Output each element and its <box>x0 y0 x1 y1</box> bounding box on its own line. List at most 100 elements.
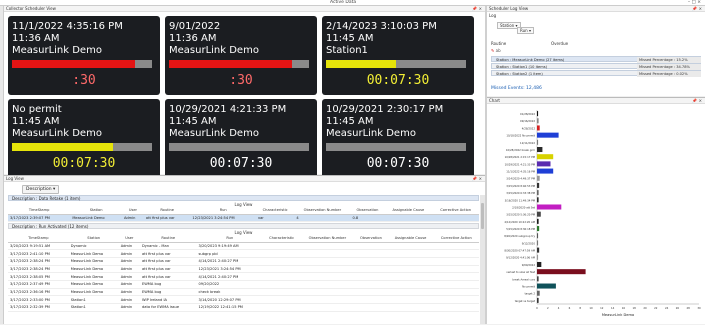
log-title: Log View <box>6 176 24 181</box>
table-row[interactable]: 3/17/2023 2:38:24 PM MeasurLink Demo Admin… <box>8 257 479 266</box>
table-cell <box>354 272 388 281</box>
table-row[interactable]: 3/17/2023 2:39:07 PM MeasurLink Demo Admin… <box>8 214 479 223</box>
column-header[interactable]: Corrective Action <box>432 207 479 215</box>
table-cell: Admin <box>118 288 140 297</box>
y-tick-label: 2/18/2020 att Set <box>512 205 535 209</box>
y-tick-label: 4/12/2020 10:22:20 AM <box>504 220 535 224</box>
column-header[interactable]: Observation <box>354 235 388 243</box>
pin-icon[interactable]: 📌 × <box>472 176 482 182</box>
station-row-label: Station : Station2 (1 item) <box>496 72 543 76</box>
table-cell: 3/14/2020 12:29:07 PM <box>196 295 264 304</box>
schedule-tile[interactable]: No permit 11:45 AM MeasurLink Demo 00:07… <box>8 99 160 178</box>
station-row[interactable]: Station : Station1 (10 items) Missed Perc… <box>491 63 701 70</box>
table-cell <box>432 214 479 223</box>
column-header[interactable]: Observation <box>350 207 385 215</box>
station-row[interactable]: Station : Station2 (1 item) Missed Percen… <box>491 70 701 77</box>
tile-station: Station1 <box>326 45 368 56</box>
table-cell: Admin <box>118 280 140 289</box>
tile-date: 11/1/2022 4:35:16 PM <box>12 21 123 32</box>
tile-station: MeasurLink Demo <box>169 128 259 139</box>
y-tick-label: 9/12/2020 <box>522 241 536 245</box>
table-row[interactable]: 3/17/2023 2:36:16 PM MeasurLink Demo Admin… <box>8 288 479 297</box>
y-tick-label: 09/16/2022 <box>520 119 535 123</box>
column-header[interactable]: Routine <box>139 235 197 243</box>
tile-date: 10/29/2021 4:21:33 PM <box>169 104 287 115</box>
bar <box>537 211 541 217</box>
tile-time: 11:45 AM <box>12 116 60 127</box>
column-header[interactable]: Characteristic <box>255 207 295 215</box>
column-header[interactable]: Assignable Cause <box>387 235 434 243</box>
pin-icon[interactable]: 📌 × <box>692 6 702 12</box>
table-cell <box>387 288 434 297</box>
column-header[interactable]: Station <box>70 207 122 215</box>
collector-scheduler-view: Collector Scheduler View 📌 × 11/1/2022 4… <box>4 6 485 178</box>
bar <box>537 226 540 232</box>
column-header[interactable]: Corrective Action <box>433 235 479 243</box>
column-header[interactable]: Run <box>196 235 264 243</box>
filter-icon[interactable]: ✎ <box>491 48 494 53</box>
column-header[interactable]: Routine <box>143 207 191 215</box>
table-row[interactable]: 3/17/2023 2:38:24 PM MeasurLink Demo Admin… <box>8 265 479 274</box>
table-cell <box>387 280 434 289</box>
station-row[interactable]: Station : MeasurLink Demo (27 items) Miss… <box>491 56 701 63</box>
schedule-tile[interactable]: 10/29/2021 2:30:17 PM 11:45 AM MeasurLin… <box>322 99 474 178</box>
bar <box>537 147 543 153</box>
column-header[interactable]: Characteristic <box>263 235 301 243</box>
filter-text-icon[interactable]: ab <box>496 48 501 53</box>
column-header[interactable]: Run <box>190 207 256 215</box>
x-tick-label: 22 <box>654 306 658 310</box>
column-header[interactable]: User <box>118 235 140 243</box>
column-header[interactable]: User <box>121 207 144 215</box>
bar <box>537 154 554 160</box>
table-row[interactable]: 3/20/2023 9:19:51 AM Dynamic Admin Dynamic … <box>8 242 479 251</box>
y-tick-label: 12/11/2022 <box>520 141 535 145</box>
run-group-chip[interactable]: Run ▾ <box>517 27 534 34</box>
column-header[interactable]: Observation Number <box>294 207 351 215</box>
table-cell: 3/17/2023 2:37:49 PM <box>8 280 69 289</box>
tile-progress-fill <box>326 60 396 68</box>
table-cell: Dynamic <box>68 242 119 251</box>
table-row[interactable]: 3/17/2023 2:33:00 PM Station1 Admin WIP Ire… <box>8 295 479 304</box>
bar <box>537 261 542 267</box>
window-controls[interactable]: – □ × <box>688 0 701 5</box>
table-cell: 4/14/2021 2:40:27 PM <box>196 272 264 281</box>
col-routine: Routine <box>491 41 507 46</box>
table-row[interactable]: 3/17/2023 2:38:05 PM MeasurLink Demo Admin… <box>8 272 479 281</box>
collector-title: Collector Scheduler View <box>6 6 56 11</box>
column-header[interactable]: Assignable Cause <box>384 207 433 215</box>
table-cell <box>354 249 388 258</box>
schedule-tile[interactable]: 10/29/2021 4:21:33 PM 11:45 AM MeasurLin… <box>165 99 317 178</box>
log-tab[interactable]: Log <box>489 13 496 18</box>
y-tick-label: 9/09/2022 <box>522 263 536 267</box>
table-cell: 3/17/2023 2:38:24 PM <box>8 265 69 274</box>
schedule-tile[interactable]: 2/14/2023 3:10:03 PM 11:45 AM Station1 0… <box>322 16 474 95</box>
table-cell <box>354 257 388 266</box>
column-header[interactable]: TimeStamp <box>8 235 69 243</box>
x-tick-label: 6 <box>569 306 571 310</box>
filter-row[interactable]: ✎ ab <box>491 48 701 53</box>
bar <box>537 175 540 181</box>
table-cell: 3/20/2023 9:19:49 AM <box>196 242 264 251</box>
scroll-thumb[interactable] <box>481 203 484 229</box>
table-cell <box>433 249 479 258</box>
table-row[interactable]: 3/17/2023 2:41:10 PM MeasurLink Demo Admin… <box>8 249 479 258</box>
column-header[interactable]: TimeStamp <box>8 207 71 215</box>
bar <box>537 118 539 124</box>
table-row[interactable]: 3/17/2023 2:32:39 PM Station1 Admin data fo… <box>8 303 479 312</box>
schedule-tile[interactable]: 9/01/2022 11:36 AM MeasurLink Demo :30 <box>165 16 317 95</box>
data-retake-table: TimeStamp Station User Routine Run Characteri… <box>8 207 479 223</box>
pin-icon[interactable]: 📌 × <box>472 6 482 12</box>
table-cell: att first plus var <box>139 257 197 266</box>
tile-timer: 00:07:30 <box>366 156 430 171</box>
table-row[interactable]: 3/17/2023 2:37:49 PM MeasurLink Demo Admin… <box>8 280 479 289</box>
group-row-data-retake[interactable]: Description : Data Retake (1 item) <box>8 195 479 201</box>
table-cell <box>354 295 388 304</box>
column-header[interactable]: Station <box>68 235 119 243</box>
table-cell <box>263 280 301 289</box>
column-header[interactable]: Observation Number <box>300 235 355 243</box>
table-cell: Admin <box>118 295 140 304</box>
group-row-run-activated[interactable]: Description : Run Activated (12 items) <box>8 223 479 229</box>
tile-progress-bar <box>326 60 466 68</box>
description-group-button[interactable]: Description ▾ <box>22 185 60 194</box>
schedule-tile[interactable]: 11/1/2022 4:35:16 PM 11:36 AM MeasurLink… <box>8 16 160 95</box>
